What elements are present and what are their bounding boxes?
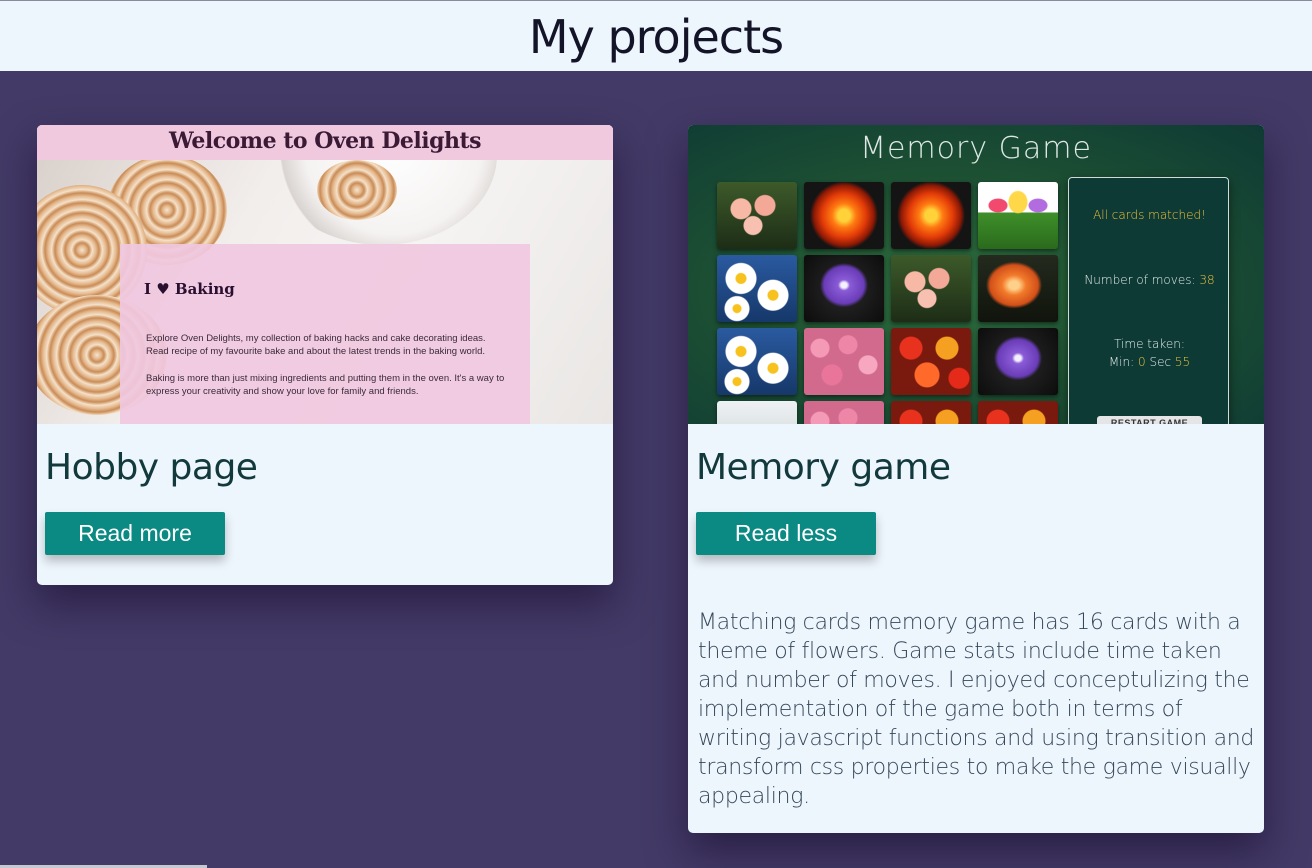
flower-card-tulip [978, 182, 1058, 249]
project-card-hobby: Welcome to Oven Delights I ♥ Baking Expl… [37, 125, 613, 585]
flower-card-orchid [717, 182, 797, 249]
game-title: Memory Game [860, 131, 1092, 166]
min-value: 0 [1137, 355, 1146, 369]
project-title: Hobby page [45, 447, 258, 488]
flower-card-dahlia [804, 182, 884, 249]
flower-card-orchid [891, 255, 971, 322]
time-label: Time taken: [1114, 337, 1185, 351]
flower-card-dahlia [891, 182, 971, 249]
intro-heading: I ♥ Baking [144, 280, 235, 298]
project-description: Matching cards memory game has 16 cards … [698, 610, 1255, 809]
flower-card-violet [804, 255, 884, 322]
flower-card-mixed [978, 401, 1058, 424]
match-status: All cards matched! [1093, 208, 1206, 222]
moves-value: 38 [1199, 273, 1215, 287]
intro-panel: I ♥ Baking Explore Oven Delights, my col… [120, 244, 530, 424]
flower-card-mixed [891, 401, 971, 424]
flower-card-daisy [717, 255, 797, 322]
site-banner-title: Welcome to Oven Delights [168, 128, 482, 154]
flower-card-mixed [891, 328, 971, 395]
project-title: Memory game [696, 447, 951, 488]
flower-card-roses [804, 401, 884, 424]
moves-stat: Number of moves: 38 [1069, 273, 1230, 287]
intro-paragraph: Explore Oven Delights, my collection of … [146, 333, 486, 357]
flower-card-light [717, 401, 797, 424]
pastry-image [317, 160, 397, 220]
flower-card-violet [978, 328, 1058, 395]
game-stats-panel: All cards matched! Number of moves: 38 T… [1068, 177, 1229, 424]
flower-card-roses [804, 328, 884, 395]
page-title: My projects [528, 10, 784, 64]
flower-card-lily [978, 255, 1058, 322]
sec-value: 55 [1174, 355, 1191, 369]
memory-game-screenshot: Memory Game All cards matched! Number of… [688, 125, 1264, 424]
intro-paragraph: Baking is more than just mixing ingredie… [146, 373, 505, 397]
moves-label: Number of moves: [1084, 273, 1196, 287]
read-less-button[interactable]: Read less [696, 512, 876, 555]
project-card-memory-game: Memory Game All cards matched! Number of… [688, 125, 1264, 833]
flower-card-daisy [717, 328, 797, 395]
min-label: Min: [1108, 355, 1135, 369]
page-header: My projects [0, 0, 1312, 71]
site-banner: Welcome to Oven Delights [37, 125, 613, 160]
read-more-button[interactable]: Read more [45, 512, 225, 555]
sec-label: Sec [1149, 355, 1172, 369]
restart-game-button: RESTART GAME [1097, 416, 1202, 424]
time-stat: Min: 0 Sec 55 [1069, 355, 1230, 369]
hobby-page-screenshot: Welcome to Oven Delights I ♥ Baking Expl… [37, 125, 613, 424]
